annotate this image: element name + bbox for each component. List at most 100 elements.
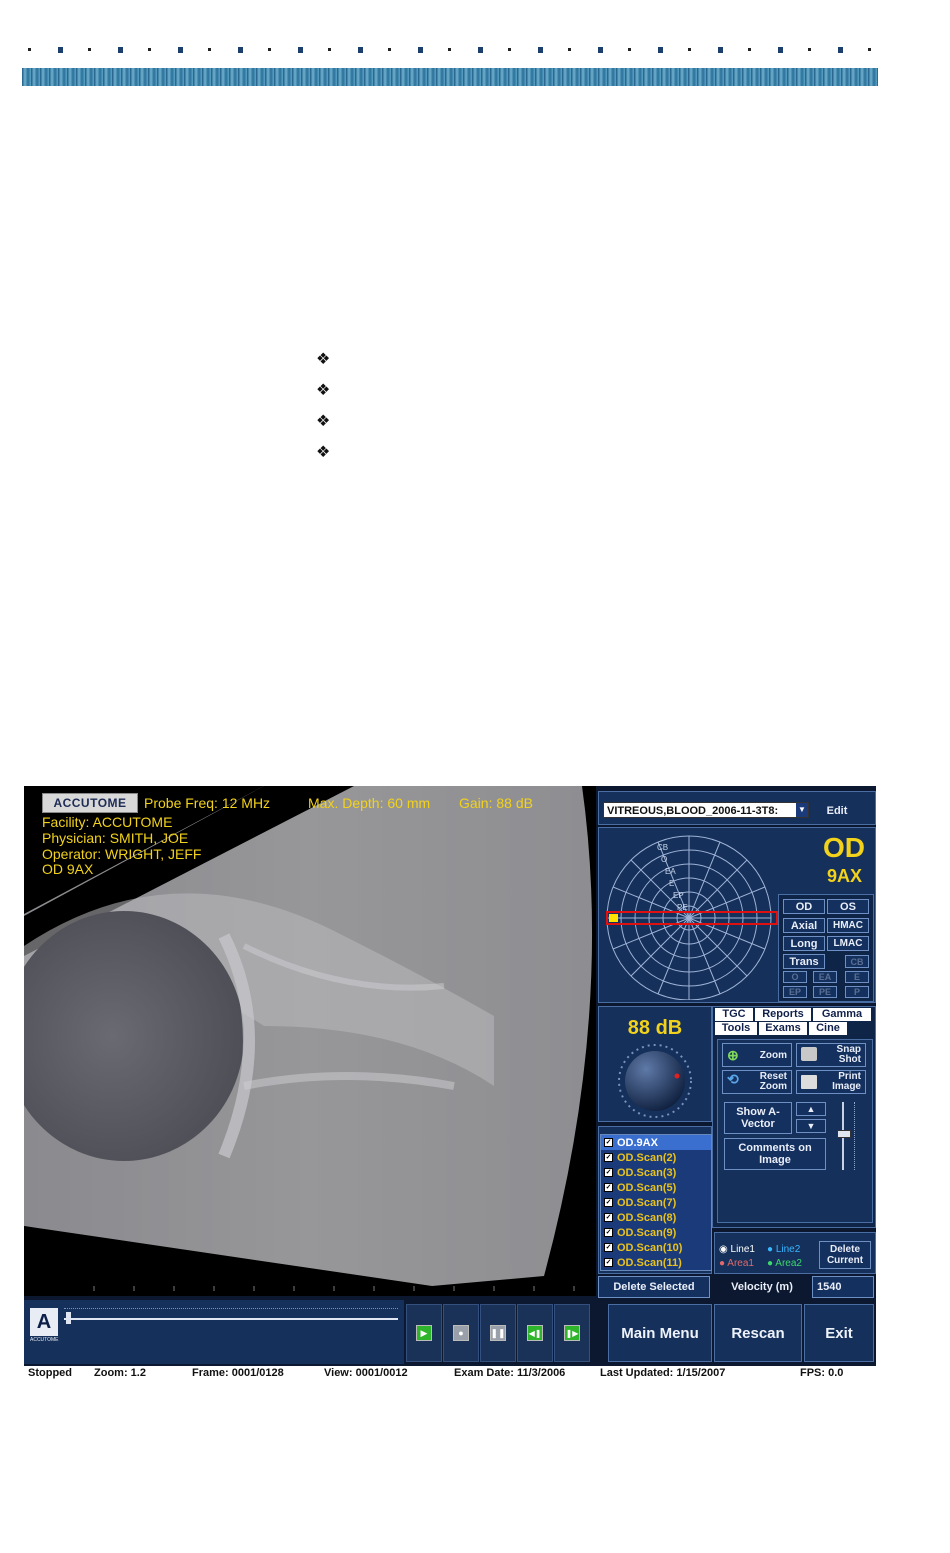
rule-dot (178, 47, 183, 53)
o-button[interactable]: O (783, 971, 807, 983)
reset-zoom-label: Reset Zoom (759, 1071, 787, 1092)
tab-tgc[interactable]: TGC (715, 1008, 753, 1021)
exit-button[interactable]: Exit (804, 1304, 874, 1362)
step-forward-button[interactable]: ❚▶ (554, 1304, 590, 1362)
current-eye-label: OD (823, 832, 865, 863)
operator-label: Operator: WRIGHT, JEFF (42, 846, 202, 862)
tab-exams[interactable]: Exams (759, 1022, 807, 1035)
exam-select[interactable]: VITREOUS,BLOOD_2006-11-3T8: (603, 802, 809, 818)
slider-thumb[interactable] (837, 1130, 851, 1138)
checkbox-icon[interactable]: ✓ (604, 1168, 613, 1177)
checkbox-icon[interactable]: ✓ (604, 1138, 613, 1147)
line2-label: Line2 (775, 1244, 801, 1255)
p-button[interactable]: P (845, 986, 869, 998)
checkbox-icon[interactable]: ✓ (604, 1228, 613, 1237)
arrow-down-icon[interactable]: ▼ (796, 1119, 826, 1133)
list-item[interactable]: ✓ OD.9AX (601, 1135, 711, 1150)
rule-dot (148, 48, 151, 51)
line1-label: Line1 (730, 1244, 755, 1255)
zoom-button[interactable]: ⊕ Zoom (722, 1043, 792, 1067)
checkbox-icon[interactable]: ✓ (604, 1213, 613, 1222)
scan-image-view[interactable]: ACCUTOME Probe Freq: 12 MHz Max. Depth: … (24, 786, 596, 1296)
ep-button[interactable]: EP (783, 986, 807, 998)
long-button[interactable]: Long (783, 936, 825, 951)
ring-label: EP (673, 891, 684, 900)
list-item-label: OD.Scan(2) (617, 1151, 677, 1164)
rule-dot (238, 47, 243, 53)
chevron-down-icon[interactable]: ▼ (796, 803, 808, 817)
checkbox-icon[interactable]: ✓ (604, 1153, 613, 1162)
timeline-ticks (64, 1308, 398, 1310)
views-to-review-list[interactable]: ✓ OD.9AX ✓ OD.Scan(2) ✓ OD.Scan(3) ✓ OD.Scan… (600, 1134, 712, 1271)
list-item[interactable]: ✓ OD.Scan(2) (601, 1150, 711, 1165)
stop-button[interactable]: ● (443, 1304, 479, 1362)
rule-dot (598, 47, 603, 53)
reset-zoom-button[interactable]: ⟲ Reset Zoom (722, 1070, 792, 1094)
status-exam-date: Exam Date: 11/3/2006 (454, 1367, 566, 1379)
accutome-logo-icon: A (30, 1308, 58, 1336)
main-menu-button[interactable]: Main Menu (608, 1304, 712, 1362)
view-label: OD 9AX (42, 861, 94, 877)
timeline-track[interactable] (64, 1318, 398, 1320)
checkbox-icon[interactable]: ✓ (604, 1183, 613, 1192)
zoom-label: Zoom (759, 1049, 787, 1061)
play-button[interactable]: ▶ (406, 1304, 442, 1362)
trans-button[interactable]: Trans (783, 954, 825, 969)
list-item-label: OD.Scan(3) (617, 1166, 677, 1179)
header-dot-rule (22, 46, 878, 56)
header-bar (22, 68, 878, 86)
delete-current-button[interactable]: Delete Current (819, 1241, 871, 1269)
list-item[interactable]: ✓ OD.Scan(10) (601, 1240, 711, 1255)
checkbox-icon[interactable]: ✓ (604, 1243, 613, 1252)
lmac-button[interactable]: LMAC (827, 936, 869, 951)
edit-button[interactable]: Edit (817, 802, 857, 819)
tab-tools[interactable]: Tools (715, 1022, 757, 1035)
pe-button[interactable]: PE (813, 986, 837, 998)
list-item[interactable]: ✓ OD.Scan(8) (601, 1210, 711, 1225)
line1-radio[interactable]: ◉ Line1 (719, 1244, 755, 1255)
step-back-button[interactable]: ◀❚ (517, 1304, 553, 1362)
snap-shot-button[interactable]: Snap Shot (796, 1043, 866, 1067)
list-item[interactable]: ✓ OD.Scan(9) (601, 1225, 711, 1240)
line2-radio[interactable]: ● Line2 (767, 1244, 800, 1255)
area1-radio[interactable]: ● Area1 (719, 1258, 754, 1269)
checkbox-icon[interactable]: ✓ (604, 1258, 613, 1267)
comments-on-image-button[interactable]: Comments on Image (724, 1138, 826, 1170)
hmac-button[interactable]: HMAC (827, 918, 869, 933)
checkbox-icon[interactable]: ✓ (604, 1198, 613, 1207)
print-image-button[interactable]: Print Image (796, 1070, 866, 1094)
ring-label: EA (665, 867, 676, 876)
cb-button[interactable]: CB (845, 955, 869, 968)
arrow-up-icon[interactable]: ▲ (796, 1102, 826, 1116)
pause-button[interactable]: ❚❚ (480, 1304, 516, 1362)
gain-knob[interactable] (610, 1041, 700, 1121)
rescan-button[interactable]: Rescan (714, 1304, 802, 1362)
tab-cine[interactable]: Cine (809, 1022, 847, 1035)
status-state: Stopped (28, 1367, 72, 1379)
velocity-label: Velocity (m) (731, 1281, 793, 1293)
os-button[interactable]: OS (827, 899, 869, 914)
show-a-vector-button[interactable]: Show A-Vector (724, 1102, 792, 1134)
e-button[interactable]: E (845, 971, 869, 983)
camera-icon (801, 1047, 817, 1061)
axial-button[interactable]: Axial (783, 918, 825, 933)
area2-radio[interactable]: ● Area2 (767, 1258, 802, 1269)
tab-gamma[interactable]: Gamma (813, 1008, 871, 1021)
list-item[interactable]: ✓ OD.Scan(7) (601, 1195, 711, 1210)
list-item[interactable]: ✓ OD.Scan(3) (601, 1165, 711, 1180)
velocity-input[interactable]: 1540 (812, 1276, 874, 1298)
max-depth-label: Max. Depth: 60 mm (308, 795, 431, 811)
status-last-updated: Last Updated: 1/15/2007 (600, 1367, 726, 1379)
polar-view-diagram[interactable]: CB O EA E EP PE (601, 832, 779, 1000)
list-item-label: OD.9AX (617, 1136, 658, 1149)
status-frame: Frame: 0001/0128 (192, 1367, 284, 1379)
timeline-thumb[interactable] (66, 1312, 71, 1324)
status-bar: Stopped Zoom: 1.2 Frame: 0001/0128 View:… (24, 1366, 876, 1382)
ea-button[interactable]: EA (813, 971, 837, 983)
list-item[interactable]: ✓ OD.Scan(5) (601, 1180, 711, 1195)
list-item[interactable]: ✓ OD.Scan(11) (601, 1255, 711, 1270)
rule-dot (748, 48, 751, 51)
tab-reports[interactable]: Reports (755, 1008, 811, 1021)
od-button[interactable]: OD (783, 899, 825, 914)
delete-selected-button[interactable]: Delete Selected (598, 1276, 710, 1298)
